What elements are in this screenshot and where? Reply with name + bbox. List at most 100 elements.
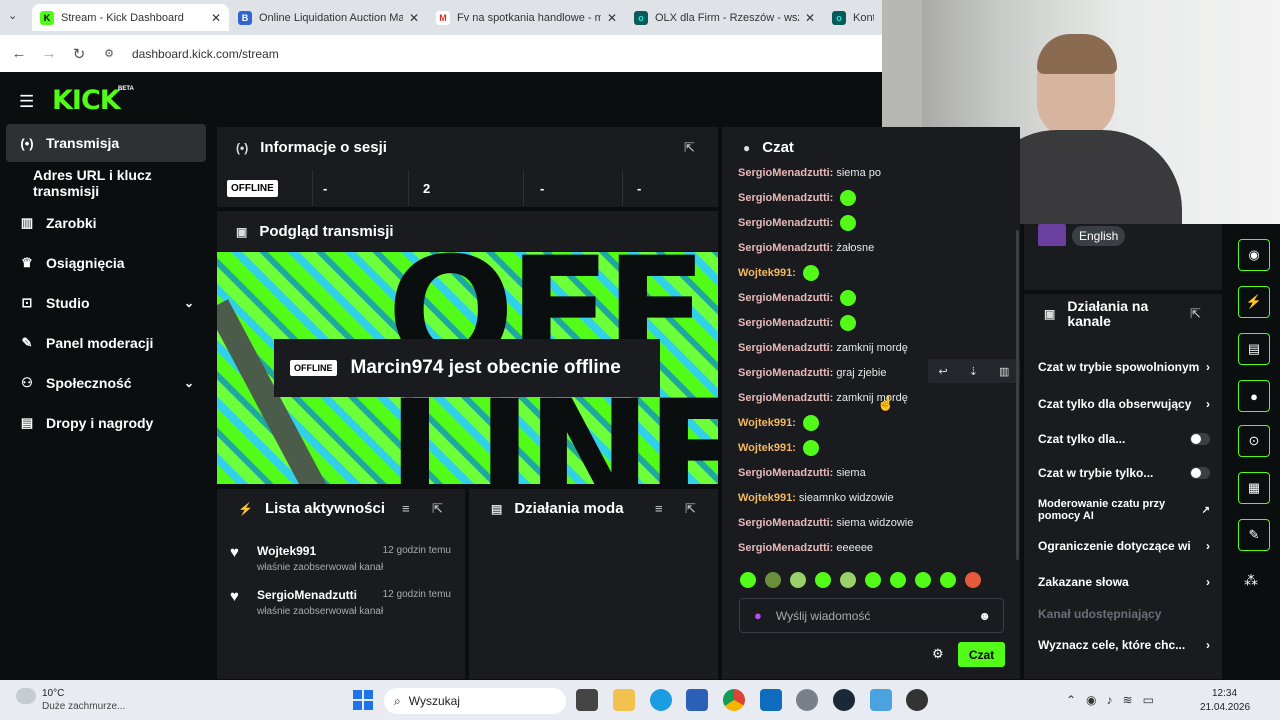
- action-followers-only[interactable]: Czat tylko dla obserwujący ›: [1038, 394, 1210, 414]
- weather-text[interactable]: Duże zachmurze...: [42, 701, 125, 712]
- chat-message[interactable]: SergioMenadzutti:: [738, 214, 857, 232]
- lightning-icon[interactable]: ⚡: [1238, 286, 1270, 318]
- emote-icon[interactable]: [865, 572, 881, 588]
- subscribers-only-toggle[interactable]: [1190, 433, 1210, 445]
- sidebar-item-panel-moderacji[interactable]: ✎ Panel moderacji: [6, 324, 206, 362]
- emote-icon[interactable]: [765, 572, 781, 588]
- chat-input[interactable]: ● Wyślij wiadomość ☻: [739, 598, 1004, 633]
- close-tab-icon[interactable]: ✕: [211, 11, 221, 25]
- site-info-icon[interactable]: ⚙: [94, 47, 124, 60]
- chat-message[interactable]: SergioMenadzutti: graj zjebie: [738, 364, 886, 382]
- pin-icon[interactable]: ⇣: [969, 365, 978, 378]
- app-icon[interactable]: [906, 689, 928, 711]
- forward-icon[interactable]: →: [34, 45, 64, 62]
- weather-icon[interactable]: [16, 688, 36, 704]
- close-tab-icon[interactable]: ✕: [805, 11, 815, 25]
- emote-icon[interactable]: [740, 572, 756, 588]
- chat-username[interactable]: Wojtek991:: [738, 442, 796, 454]
- chat-username[interactable]: SergioMenadzutti:: [738, 517, 833, 529]
- chat-username[interactable]: SergioMenadzutti:: [738, 192, 833, 204]
- sidebar-item-studio[interactable]: ⊡ Studio ⌄: [6, 284, 206, 322]
- reload-icon[interactable]: ↻: [64, 45, 94, 63]
- store-icon[interactable]: [686, 689, 708, 711]
- emote-icon[interactable]: [840, 572, 856, 588]
- wrench-icon[interactable]: ✎: [1238, 519, 1270, 551]
- chrome-icon[interactable]: [723, 689, 745, 711]
- sidebar-item-spolecznosc[interactable]: ⚇ Społeczność ⌄: [6, 364, 206, 402]
- tab-olx[interactable]: o OLX dla Firm - Rzeszów - wszys ✕: [626, 4, 823, 31]
- tab-kick-dashboard[interactable]: K Stream - Kick Dashboard ✕: [32, 4, 229, 31]
- chat-username[interactable]: SergioMenadzutti:: [738, 242, 833, 254]
- action-slow-mode[interactable]: Czat w trybie spowolnionym ›: [1038, 357, 1210, 377]
- chat-username[interactable]: Wojtek991:: [738, 267, 796, 279]
- chat-username[interactable]: SergioMenadzutti:: [738, 467, 833, 479]
- chat-message[interactable]: Wojtek991: sieamnko widzowie: [738, 489, 894, 507]
- chat-username[interactable]: Wojtek991:: [738, 492, 796, 504]
- server-icon[interactable]: ▦: [1238, 472, 1270, 504]
- delete-icon[interactable]: ▥: [999, 365, 1009, 378]
- tab-auction[interactable]: B Online Liquidation Auction Mar ✕: [230, 4, 427, 31]
- sidebar-item-osiagniecia[interactable]: ♛ Osiągnięcia: [6, 244, 206, 282]
- sidebar-item-zarobki[interactable]: ▥ Zarobki: [6, 204, 206, 242]
- chat-username[interactable]: SergioMenadzutti:: [738, 167, 833, 179]
- url-field[interactable]: dashboard.kick.com/stream: [132, 47, 279, 61]
- chat-message[interactable]: SergioMenadzutti:: [738, 189, 857, 207]
- emote-icon[interactable]: [890, 572, 906, 588]
- expand-icon[interactable]: ⇱: [685, 501, 696, 517]
- chat-username[interactable]: SergioMenadzutti:: [738, 542, 833, 554]
- close-tab-icon[interactable]: ✕: [409, 11, 419, 25]
- sidebar-item-transmisja[interactable]: (•) Transmisja: [6, 124, 206, 162]
- emote-icon[interactable]: [790, 572, 806, 588]
- system-tray-icons[interactable]: ⌃◉♪≋▭: [1066, 693, 1164, 707]
- chat-username[interactable]: Wojtek991:: [738, 417, 796, 429]
- tab-konter[interactable]: o Konter: [824, 4, 882, 31]
- nodes-icon[interactable]: ⁂: [1244, 572, 1258, 589]
- emote-icon[interactable]: [815, 572, 831, 588]
- chat-username[interactable]: SergioMenadzutti:: [738, 392, 833, 404]
- filter-icon[interactable]: ≡: [655, 501, 663, 516]
- action-banned-words[interactable]: Zakazane słowa ›: [1038, 572, 1210, 592]
- chat-settings-icon[interactable]: ⚙: [932, 646, 944, 662]
- chat-message[interactable]: SergioMenadzutti:: [738, 314, 857, 332]
- notepad-icon[interactable]: [870, 689, 892, 711]
- chat-username[interactable]: SergioMenadzutti:: [738, 217, 833, 229]
- emote-only-toggle[interactable]: [1190, 467, 1210, 479]
- start-button-icon[interactable]: [353, 690, 373, 710]
- chat-message[interactable]: SergioMenadzutti: eeeeee: [738, 539, 873, 557]
- weather-temp[interactable]: 10°C: [42, 688, 64, 699]
- emoji-icon[interactable]: ☻: [978, 609, 991, 623]
- chat-message[interactable]: SergioMenadzutti: żałosne: [738, 239, 874, 257]
- action-restrictions[interactable]: Ograniczenie dotyczące wi ›: [1038, 536, 1210, 556]
- chat-message[interactable]: SergioMenadzutti: siema po: [738, 164, 881, 182]
- clock-date[interactable]: 21.04.2026: [1200, 702, 1250, 713]
- close-tab-icon[interactable]: ✕: [607, 11, 617, 25]
- back-icon[interactable]: ←: [4, 45, 34, 62]
- chat-username[interactable]: SergioMenadzutti:: [738, 317, 833, 329]
- chat-message[interactable]: SergioMenadzutti: siema widzowie: [738, 514, 913, 532]
- chat-bubble-icon[interactable]: ●: [1238, 380, 1270, 412]
- expand-icon[interactable]: ⇱: [684, 140, 695, 156]
- steam-icon[interactable]: [833, 689, 855, 711]
- chat-username[interactable]: SergioMenadzutti:: [738, 342, 833, 354]
- chat-message[interactable]: Wojtek991:: [738, 439, 819, 457]
- filter-icon[interactable]: ≡: [402, 501, 410, 516]
- chat-message[interactable]: Wojtek991:: [738, 264, 819, 282]
- outlook-icon[interactable]: [760, 689, 782, 711]
- taskbar-search[interactable]: ⌕ Wyszukaj: [384, 688, 566, 714]
- emote-icon[interactable]: [915, 572, 931, 588]
- chat-message[interactable]: Wojtek991:: [738, 414, 819, 432]
- emote-icon[interactable]: [940, 572, 956, 588]
- chat-send-button[interactable]: Czat: [958, 642, 1005, 667]
- broadcast-icon[interactable]: ⊙: [1238, 425, 1270, 457]
- sidebar-item-dropy[interactable]: ▤ Dropy i nagrody: [6, 404, 206, 442]
- clock-time[interactable]: 12:34: [1212, 688, 1237, 699]
- expand-icon[interactable]: ⇱: [432, 501, 443, 517]
- document-icon[interactable]: ▤: [1238, 333, 1270, 365]
- chat-username[interactable]: SergioMenadzutti:: [738, 367, 833, 379]
- edge-icon[interactable]: [650, 689, 672, 711]
- microphone-icon[interactable]: ●: [754, 608, 762, 623]
- chat-scrollbar[interactable]: [1016, 230, 1019, 560]
- action-goals[interactable]: Wyznacz cele, które chc... ›: [1038, 635, 1210, 655]
- reply-icon[interactable]: ↩: [939, 365, 948, 378]
- kick-logo[interactable]: KICK: [52, 85, 121, 116]
